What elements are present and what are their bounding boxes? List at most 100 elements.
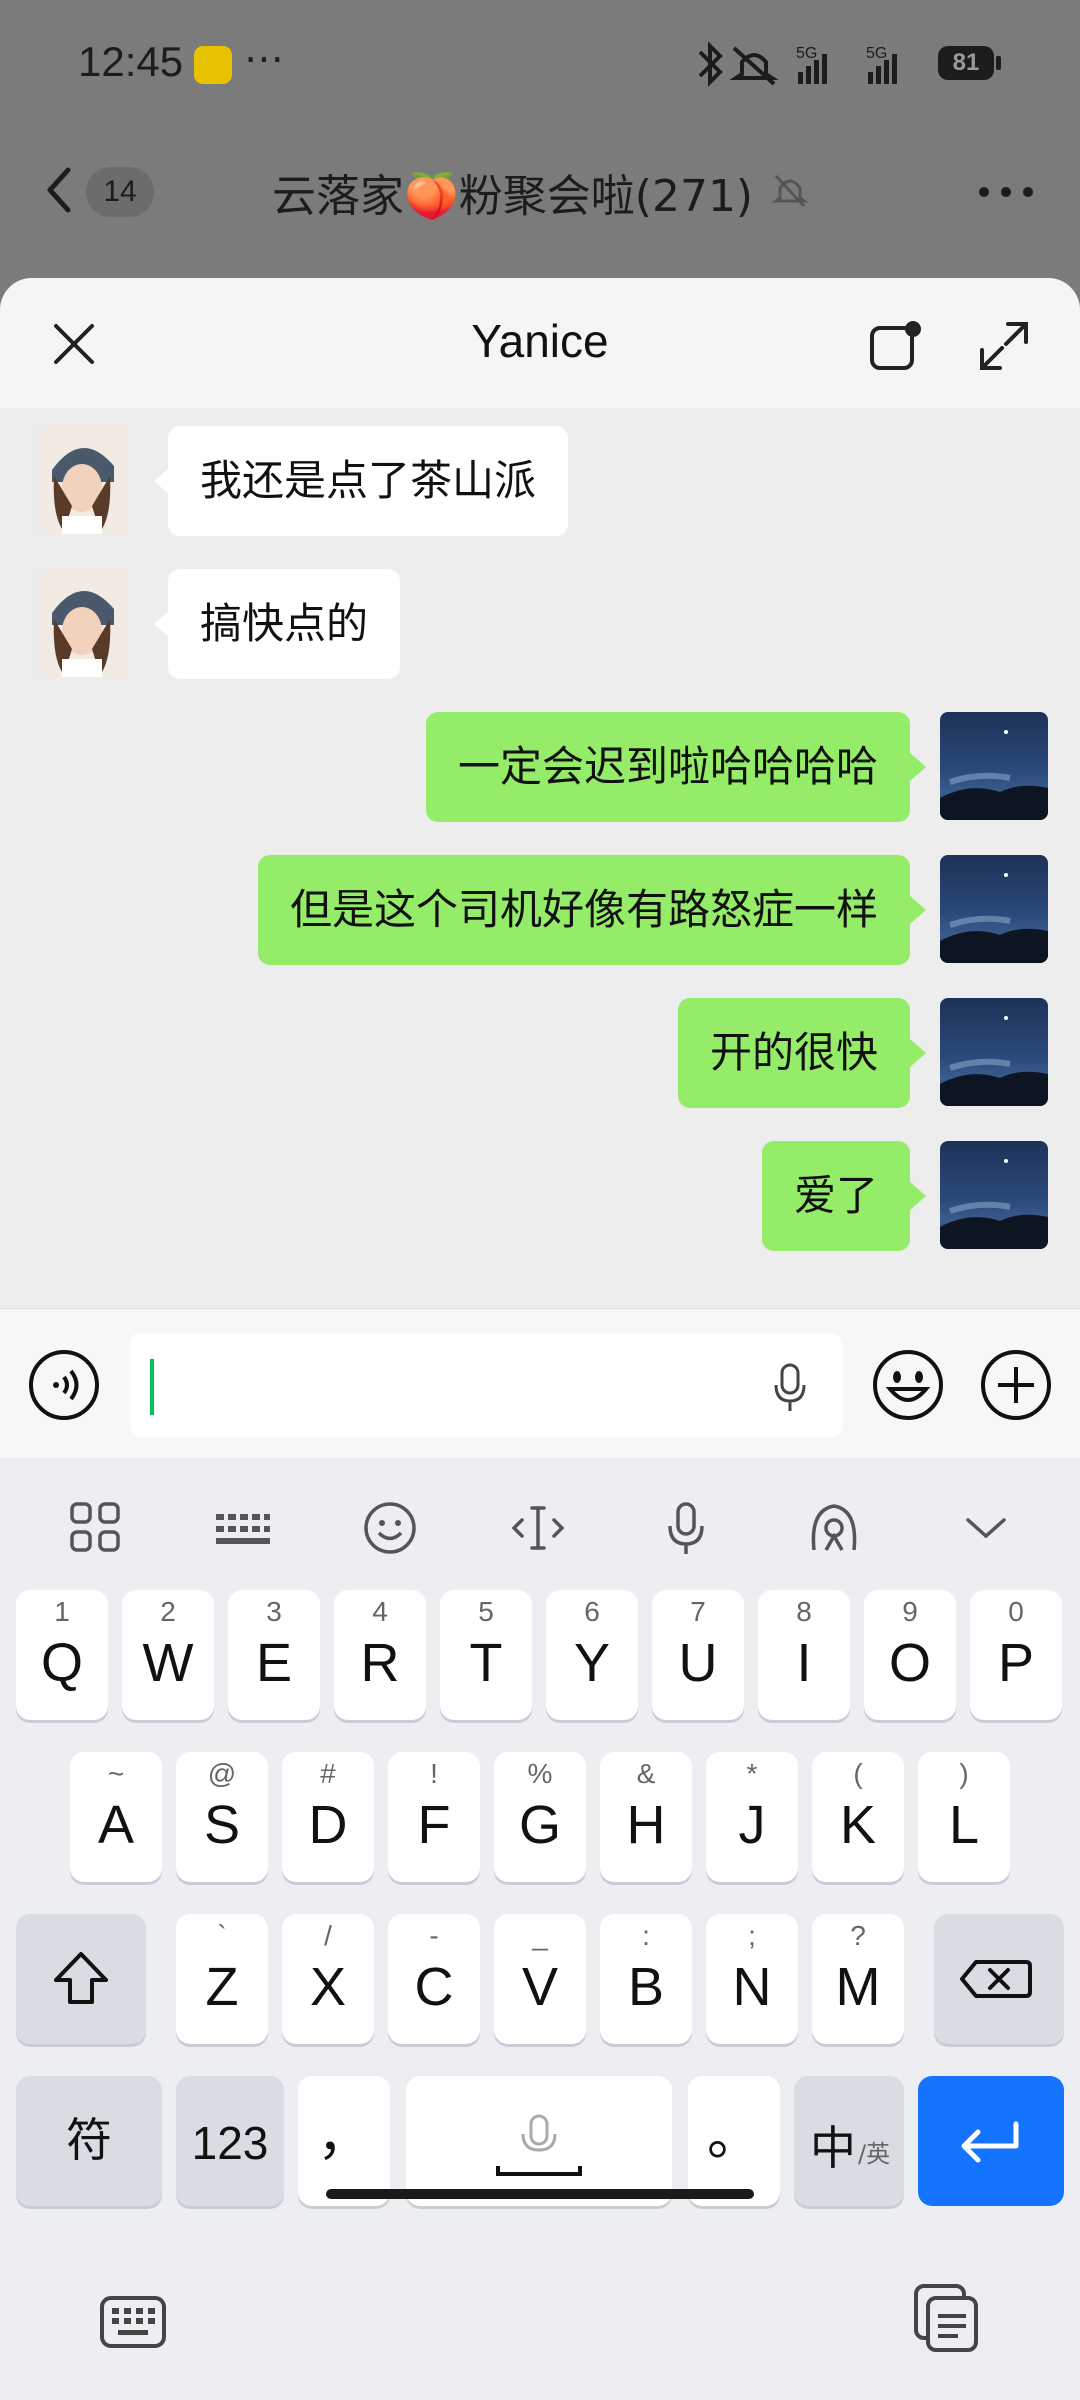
status-time: 12:45	[78, 38, 184, 85]
clipboard-icon[interactable]	[910, 2282, 982, 2354]
space-mic-icon	[496, 2114, 582, 2176]
avatar-self[interactable]	[940, 1141, 1048, 1249]
bubble-tail	[910, 753, 926, 781]
key-w[interactable]: 2W	[122, 1590, 214, 1720]
bubble-tail	[910, 1182, 926, 1210]
key-z[interactable]: ` Z	[176, 1914, 268, 2044]
message-bubble-sent[interactable]: 一定会迟到啦哈哈哈哈	[425, 712, 910, 822]
text-caret	[150, 1359, 154, 1415]
floating-chat-sheet: Yanice 我还是点了茶山派 搞快点的 一定会迟到啦哈哈哈哈 但是这个司机好像…	[0, 278, 1080, 2400]
number-key[interactable]: 123	[176, 2076, 284, 2206]
signal-label-1: 5G	[796, 45, 817, 62]
home-indicator[interactable]	[326, 2189, 754, 2199]
key-v[interactable]: _ V	[494, 1914, 586, 2044]
key-q[interactable]: 1Q	[16, 1590, 108, 1720]
bubble-tail	[910, 896, 926, 924]
key-s[interactable]: @ S	[176, 1752, 268, 1882]
key-x[interactable]: / X	[282, 1914, 374, 2044]
avatar-girl-icon	[38, 569, 126, 677]
space-key[interactable]	[406, 2076, 672, 2206]
silent-icon	[729, 46, 779, 86]
group-chat-title[interactable]: 云落家🍑粉聚会啦(271)	[272, 160, 753, 224]
apps-grid-icon[interactable]	[66, 1498, 126, 1558]
avatar-night-sky-icon	[940, 873, 1048, 963]
message-bubble-sent[interactable]: 开的很快	[677, 998, 910, 1108]
keyboard-layout-icon[interactable]	[212, 1498, 272, 1558]
battery-indicator: 81	[938, 46, 994, 80]
period-key[interactable]: 。	[688, 2076, 780, 2206]
avatar-night-sky-icon	[940, 730, 1048, 820]
symbol-key[interactable]: 符	[16, 2076, 162, 2206]
keyboard-switch-icon[interactable]	[98, 2288, 168, 2358]
avatar-self[interactable]	[940, 998, 1048, 1106]
expand-icon[interactable]	[976, 318, 1032, 374]
key-i[interactable]: 8I	[758, 1590, 850, 1720]
shift-icon	[54, 1952, 108, 2004]
key-r[interactable]: 4R	[334, 1590, 426, 1720]
back-icon[interactable]	[40, 160, 80, 220]
bubble-tail	[910, 1039, 926, 1067]
message-bubble-sent[interactable]: 爱了	[761, 1141, 910, 1251]
key-j[interactable]: * J	[706, 1752, 798, 1882]
backspace-key[interactable]	[934, 1914, 1064, 2044]
app-notification-icon	[194, 46, 232, 84]
key-y[interactable]: 6Y	[546, 1590, 638, 1720]
handwriting-icon[interactable]	[804, 1498, 864, 1558]
cursor-move-icon[interactable]	[508, 1498, 568, 1558]
signal-label-2: 5G	[866, 45, 887, 62]
key-c[interactable]: -C	[388, 1914, 480, 2044]
key-m[interactable]: ? M	[812, 1914, 904, 2044]
microphone-icon[interactable]	[770, 1361, 810, 1413]
avatar-night-sky-icon	[940, 1016, 1048, 1106]
message-bubble-received[interactable]: 我还是点了茶山派	[168, 426, 569, 536]
avatar[interactable]	[38, 569, 126, 677]
battery-tip	[996, 56, 1001, 70]
message-list[interactable]: 我还是点了茶山派 搞快点的 一定会迟到啦哈哈哈哈 但是这个司机好像有路怒症一样 …	[0, 408, 1080, 1308]
key-t[interactable]: 5T	[440, 1590, 532, 1720]
key-a[interactable]: ~ A	[70, 1752, 162, 1882]
key-k[interactable]: (K	[812, 1752, 904, 1882]
status-icons: 5G 5G	[698, 42, 897, 87]
voice-mode-icon[interactable]	[28, 1349, 100, 1421]
avatar[interactable]	[38, 426, 126, 534]
message-text-field[interactable]	[130, 1333, 842, 1437]
key-e[interactable]: 3E	[228, 1590, 320, 1720]
avatar-self[interactable]	[940, 855, 1048, 963]
key-f[interactable]: ! F	[388, 1752, 480, 1882]
bluetooth-icon	[698, 42, 723, 87]
message-bubble-received[interactable]: 搞快点的	[168, 569, 401, 679]
key-d[interactable]: # D	[282, 1752, 374, 1882]
voice-input-icon[interactable]	[656, 1498, 716, 1558]
key-p[interactable]: 0P	[970, 1590, 1062, 1720]
collapse-keyboard-icon[interactable]	[956, 1498, 1016, 1558]
mute-bell-icon	[771, 174, 809, 208]
avatar-self[interactable]	[940, 712, 1048, 820]
message-bubble-sent[interactable]: 但是这个司机好像有路怒症一样	[257, 855, 910, 965]
enter-icon	[961, 2121, 1019, 2163]
minimize-window-icon[interactable]	[868, 318, 924, 374]
status-more-indicator: ⋯	[244, 36, 284, 82]
lang-sub-label: /英	[858, 2140, 891, 2168]
language-switch-key[interactable]: 中 /英	[794, 2076, 904, 2206]
more-options-icon[interactable]	[976, 182, 1036, 202]
soft-keyboard: 1Q 2W 3E 4R 5T 6Y 7U 8I 9O 0P ~ A @ S # D !…	[0, 1458, 1080, 2400]
key-n[interactable]: ; N	[706, 1914, 798, 2044]
key-g[interactable]: % G	[494, 1752, 586, 1882]
key-b[interactable]: :B	[600, 1914, 692, 2044]
enter-key[interactable]	[918, 2076, 1064, 2206]
key-l[interactable]: ) L	[918, 1752, 1010, 1882]
key-h[interactable]: & H	[600, 1752, 692, 1882]
emoji-icon[interactable]	[360, 1498, 420, 1558]
key-o[interactable]: 9O	[864, 1590, 956, 1720]
shift-key[interactable]	[16, 1914, 146, 2044]
message-input-bar	[0, 1308, 1080, 1459]
avatar-girl-icon	[38, 426, 126, 534]
unread-count-badge: 14	[86, 167, 154, 217]
backspace-icon	[960, 1960, 1032, 1998]
avatar-night-sky-icon	[940, 1159, 1048, 1249]
key-u[interactable]: 7U	[652, 1590, 744, 1720]
sheet-header: Yanice	[0, 278, 1080, 408]
plus-icon[interactable]	[980, 1349, 1052, 1421]
emoji-icon[interactable]	[872, 1349, 944, 1421]
comma-key[interactable]: ，	[298, 2076, 390, 2206]
